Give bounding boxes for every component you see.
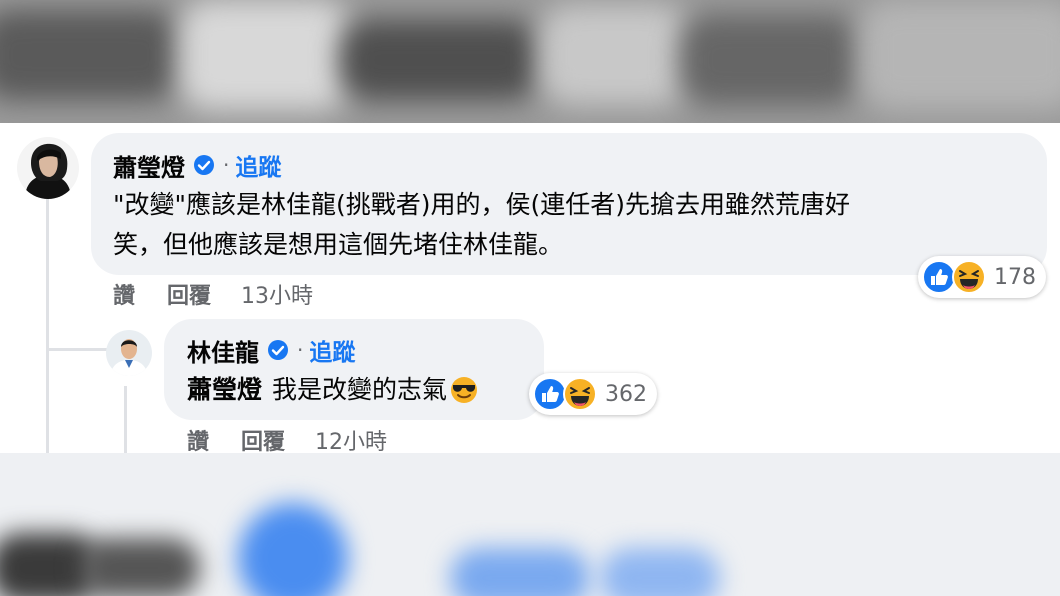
comment-timestamp[interactable]: 13小時 bbox=[241, 278, 313, 310]
comment-text-line: 笑，但他應該是想用這個先堵住林佳龍。 bbox=[113, 230, 564, 259]
comment-text: "改變"應該是林佳龍(挑戰者)用的，侯(連任者)先搶去用雖然荒唐好 笑，但他應該… bbox=[113, 185, 1013, 265]
reply-text: 蕭瑩燈 我是改變的志氣 bbox=[187, 370, 479, 410]
follow-button[interactable]: 追蹤 bbox=[235, 148, 281, 182]
like-button[interactable]: 讚 bbox=[187, 424, 209, 456]
reply-author-name[interactable]: 林佳龍 bbox=[187, 333, 259, 368]
thread-connector-elbow bbox=[46, 348, 108, 351]
like-button[interactable]: 讚 bbox=[113, 278, 135, 310]
comment-author-name[interactable]: 蕭瑩燈 bbox=[113, 148, 185, 183]
like-icon bbox=[922, 260, 956, 294]
separator-dot: · bbox=[223, 153, 230, 177]
reply-reaction-summary[interactable]: 362 bbox=[529, 373, 657, 415]
reply-button[interactable]: 回覆 bbox=[167, 278, 211, 310]
reply-text-body: 我是改變的志氣 bbox=[272, 375, 448, 404]
separator-dot: · bbox=[297, 338, 304, 362]
sunglasses-emoji-icon bbox=[451, 377, 478, 403]
follow-button[interactable]: 追蹤 bbox=[309, 333, 355, 367]
reply-button[interactable]: 回覆 bbox=[241, 424, 285, 456]
reaction-count: 362 bbox=[605, 381, 647, 407]
reply-avatar[interactable] bbox=[106, 330, 152, 376]
haha-icon bbox=[563, 377, 597, 411]
blurred-header bbox=[0, 0, 1060, 123]
comment-text-line: "改變"應該是林佳龍(挑戰者)用的，侯(連任者)先搶去用雖然荒唐好 bbox=[113, 190, 851, 219]
like-icon bbox=[533, 377, 567, 411]
comment-actions: 讚 回覆 13小時 bbox=[113, 278, 313, 310]
reply-actions: 讚 回覆 12小時 bbox=[187, 424, 387, 456]
reaction-summary[interactable]: 178 bbox=[918, 256, 1046, 298]
blurred-footer bbox=[0, 453, 1060, 596]
verified-badge-icon bbox=[193, 154, 215, 176]
haha-icon bbox=[952, 260, 986, 294]
verified-badge-icon bbox=[267, 339, 289, 361]
reaction-count: 178 bbox=[994, 264, 1036, 290]
reply-thread-line bbox=[124, 386, 127, 453]
reply-timestamp[interactable]: 12小時 bbox=[315, 424, 387, 456]
avatar[interactable] bbox=[17, 137, 79, 199]
mention-link[interactable]: 蕭瑩燈 bbox=[187, 370, 262, 410]
thread-connector-vertical bbox=[46, 199, 49, 453]
